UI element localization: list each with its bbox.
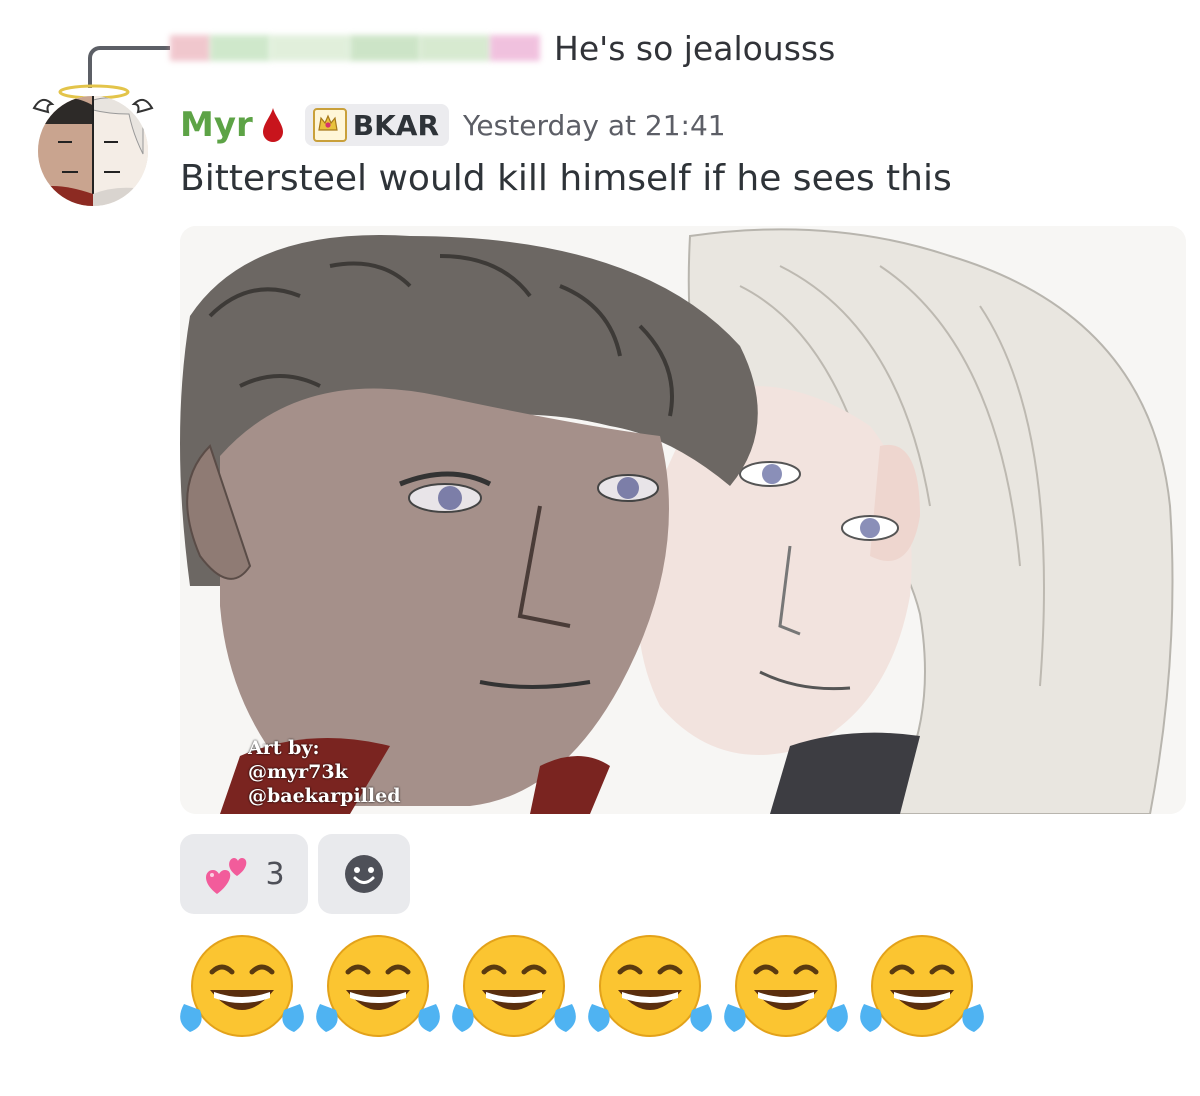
credit-line-2: @myr73k — [248, 761, 348, 783]
smiley-icon — [345, 855, 383, 893]
two-hearts-icon — [206, 858, 247, 894]
blurred-reply-username — [170, 28, 540, 68]
timestamp[interactable]: Yesterday at 21:41 — [463, 109, 726, 142]
credit-line-3: @baekarpilled — [248, 785, 401, 807]
blood-drop-icon — [262, 108, 283, 142]
username[interactable]: Myr — [180, 105, 253, 145]
joy-icon — [452, 935, 576, 1037]
avatar-image — [38, 96, 148, 206]
artwork-image — [180, 226, 1186, 814]
credit-line-1: Art by: — [248, 737, 320, 759]
role-tag[interactable]: BKAR — [304, 104, 450, 146]
role-tag-label: BKAR — [352, 108, 440, 142]
reaction-count: 3 — [265, 856, 285, 892]
reaction-two-hearts[interactable]: 3 — [180, 834, 308, 914]
reply-preview[interactable]: He's so jealousss — [170, 22, 835, 74]
image-attachment[interactable] — [180, 226, 1186, 814]
avatar[interactable] — [28, 82, 158, 206]
reply-text: He's so jealousss — [554, 28, 836, 68]
message-text: Bittersteel would kill himself if he see… — [180, 158, 952, 199]
joy-icon — [724, 935, 848, 1037]
art-credit: Art by: @myr73k @baekarpilled — [248, 736, 400, 808]
joy-icon — [316, 935, 440, 1037]
emoji-message — [176, 934, 988, 1040]
message-header: Myr BKAR Yesterday at 21:41 — [180, 100, 726, 150]
crown-icon — [312, 108, 347, 142]
joy-icon — [588, 935, 712, 1037]
joy-icon — [180, 935, 304, 1037]
add-reaction-button[interactable] — [318, 834, 410, 914]
joy-icon — [860, 935, 984, 1037]
